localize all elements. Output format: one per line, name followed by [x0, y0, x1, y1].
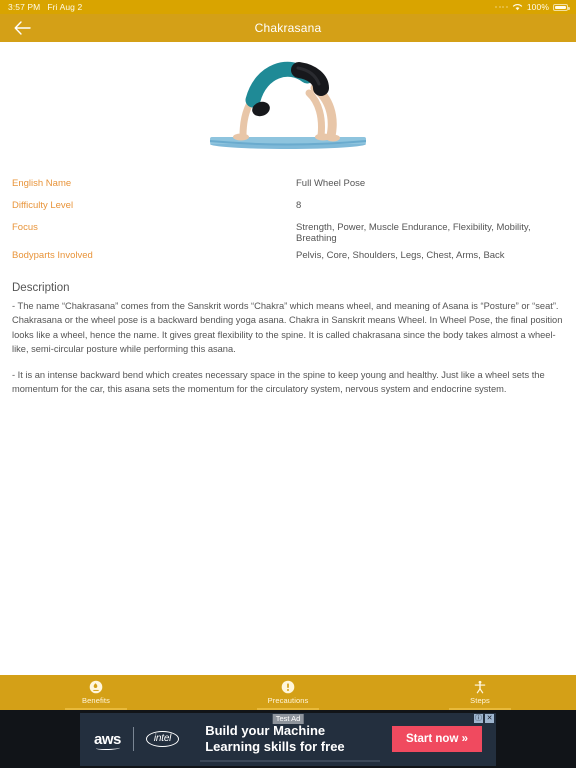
description-section: Description - The name “Chakrasana” come…: [0, 272, 576, 396]
bottom-tab-bar: Benefits Precautions Steps: [0, 675, 576, 710]
detail-label: Difficulty Level: [12, 200, 74, 211]
tab-benefits[interactable]: Benefits: [0, 675, 192, 710]
close-icon[interactable]: ✕: [485, 713, 494, 723]
standing-person-icon: [474, 680, 486, 694]
intel-logo: intel: [145, 731, 180, 747]
detail-row-difficulty-level: Difficulty Level 8: [12, 200, 564, 211]
detail-value: 8: [296, 200, 302, 211]
detail-label: Bodyparts Involved: [12, 250, 93, 261]
back-button[interactable]: [0, 14, 44, 42]
ad-corner-controls: ⓘ ✕: [474, 713, 494, 723]
back-arrow-icon: [14, 21, 31, 35]
detail-label: Focus: [12, 222, 38, 233]
description-paragraph: - It is an intense backward bend which c…: [12, 369, 545, 395]
battery-percent: 100%: [526, 2, 549, 12]
warning-circle-icon: [281, 680, 295, 694]
logo-divider: [132, 727, 134, 751]
adchoices-icon[interactable]: ⓘ: [474, 713, 483, 723]
tab-label: Steps: [470, 696, 490, 705]
detail-row-bodyparts-involved: Bodyparts Involved Pelvis, Core, Shoulde…: [12, 250, 564, 261]
tab-label: Benefits: [82, 696, 110, 705]
ad-headline-line2: Learning skills for free: [205, 739, 345, 754]
battery-icon: [553, 3, 570, 11]
ad-banner[interactable]: Test Ad ⓘ ✕ aws intel Build your Machine…: [80, 712, 496, 766]
detail-value: Pelvis, Core, Shoulders, Legs, Chest, Ar…: [296, 250, 505, 261]
app-screen: 3:57 PM Fri Aug 2 100% Chakrasana Englis…: [0, 0, 576, 768]
wifi-icon: [512, 4, 522, 11]
detail-row-english-name: English Name Full Wheel Pose: [12, 178, 564, 189]
aws-logo: aws: [94, 730, 121, 750]
ad-test-label: Test Ad: [272, 713, 304, 724]
chakrasana-illustration-icon: [210, 61, 366, 149]
detail-row-focus: Focus Strength, Power, Muscle Endurance,…: [12, 222, 564, 244]
pose-details: English Name Full Wheel Pose Difficulty …: [0, 154, 576, 261]
detail-label: English Name: [12, 178, 72, 189]
ad-headline: Build your Machine Learning skills for f…: [205, 723, 392, 756]
ad-headline-line1: Build your Machine: [205, 722, 326, 738]
tab-steps[interactable]: Steps: [384, 675, 576, 710]
page-title: Chakrasana: [254, 21, 322, 35]
description-heading: Description: [12, 282, 70, 294]
description-paragraph: - The name “Chakrasana” comes from the S…: [12, 301, 563, 355]
pose-image: [0, 42, 576, 154]
status-bar-right: 100%: [495, 2, 570, 12]
thumbs-up-circle-icon: [89, 680, 103, 694]
app-bar: Chakrasana: [0, 14, 576, 42]
signal-dots-icon: [495, 6, 508, 8]
tab-precautions[interactable]: Precautions: [192, 675, 384, 710]
status-bar-left: 3:57 PM Fri Aug 2: [8, 2, 82, 12]
status-bar: 3:57 PM Fri Aug 2 100%: [0, 0, 576, 14]
ad-banner-container: Test Ad ⓘ ✕ aws intel Build your Machine…: [0, 710, 576, 768]
ad-logos: aws intel: [94, 727, 180, 751]
detail-value: Full Wheel Pose: [296, 178, 366, 189]
ad-underline-decoration: [200, 759, 380, 762]
ad-cta-button[interactable]: Start now »: [392, 726, 482, 752]
status-date: Fri Aug 2: [47, 2, 83, 12]
status-time: 3:57 PM: [8, 2, 41, 12]
tab-label: Precautions: [267, 696, 309, 705]
detail-value: Strength, Power, Muscle Endurance, Flexi…: [296, 222, 531, 244]
